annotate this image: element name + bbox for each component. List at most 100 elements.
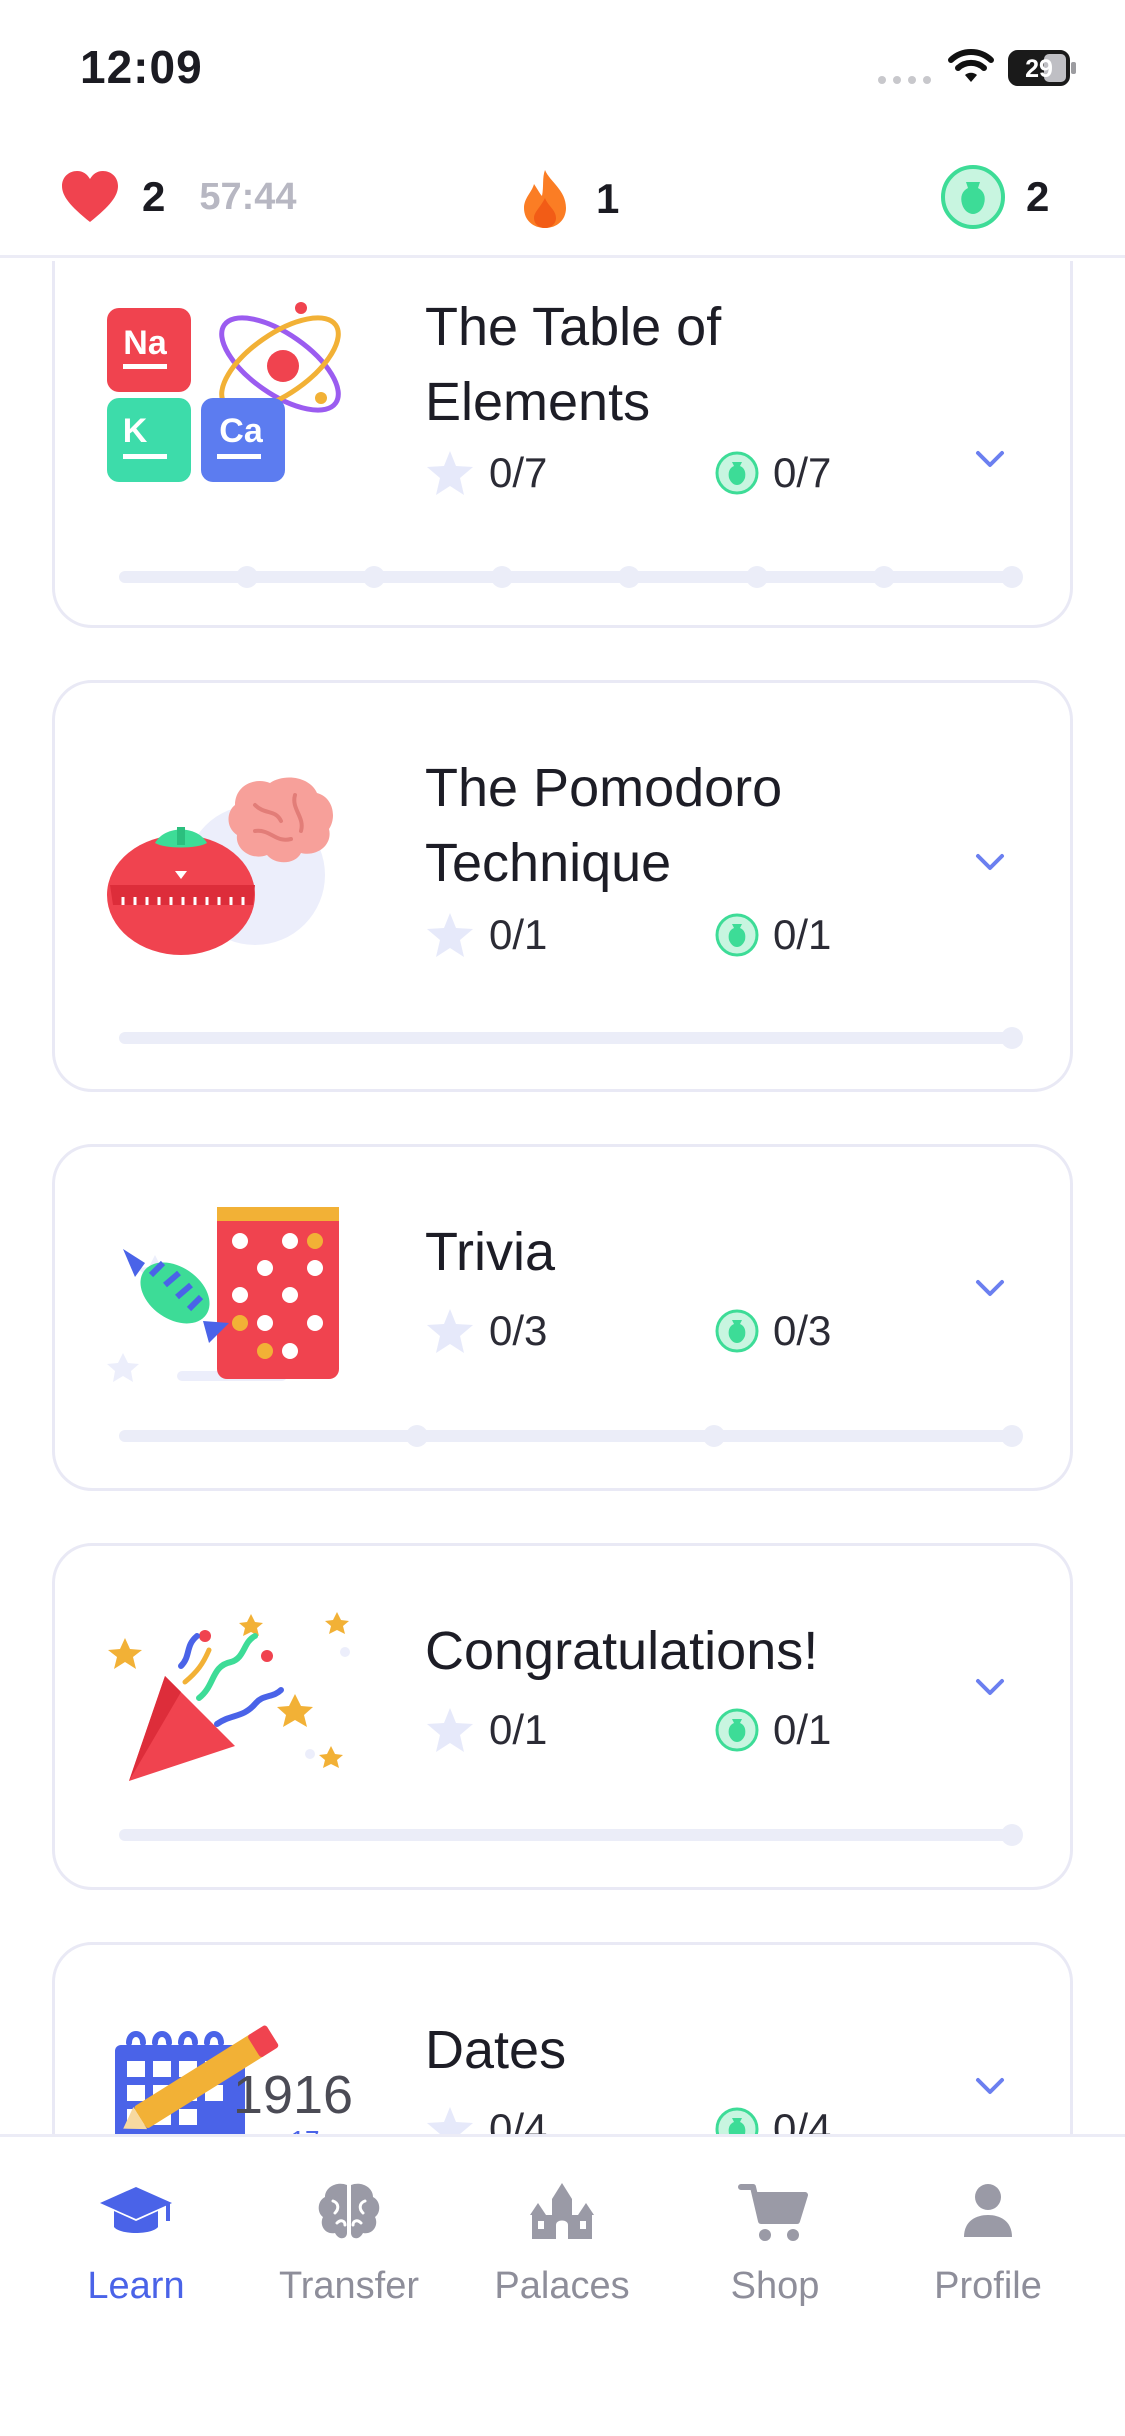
tab-profile[interactable]: Profile (888, 2177, 1088, 2308)
gem-icon (941, 165, 1005, 229)
progress-checkpoint (363, 566, 385, 588)
element-na-label: Na (123, 324, 168, 362)
stats-header: 2 57:44 1 2 (0, 140, 1125, 258)
gems-count: 0/1 (773, 1706, 832, 1753)
gems-progress: 0/1 (715, 1706, 831, 1754)
gem-icon (715, 913, 759, 957)
course-card-trivia[interactable]: Trivia 0/3 0/3 (52, 1144, 1073, 1491)
flame-icon (524, 170, 566, 228)
progress-checkpoint (1001, 1027, 1023, 1049)
gem-icon (715, 2107, 759, 2134)
calendar-illustration: 1916 17 (115, 2025, 353, 2134)
tab-transfer[interactable]: Transfer (249, 2177, 449, 2308)
gems-indicator[interactable]: 2 (940, 164, 1049, 230)
pomodoro-illustration (107, 777, 333, 955)
star-icon (427, 451, 473, 495)
streak-indicator[interactable]: 1 (520, 168, 619, 230)
streak-count: 1 (596, 175, 620, 222)
gems-progress: 0/1 (715, 911, 831, 959)
star-icon (427, 913, 473, 957)
chevron-down-icon[interactable] (970, 1273, 1010, 1303)
chevron-down-icon[interactable] (970, 444, 1010, 474)
tab-learn[interactable]: Learn (36, 2177, 236, 2308)
course-title: Trivia (425, 1222, 555, 1282)
stars-progress: 0/7 (425, 449, 547, 497)
castle-icon (530, 2183, 594, 2239)
gems-count: 0/7 (773, 449, 832, 496)
stars-progress: 0/3 (425, 1307, 547, 1355)
course-title: Congratulations! (425, 1621, 819, 1681)
bottom-tab-bar: Learn Transfer Palaces Shop Profile (0, 2134, 1125, 2436)
chevron-down-icon[interactable] (970, 2071, 1010, 2101)
course-card-dates[interactable]: 1916 17 Dates 0/4 0/4 (52, 1942, 1073, 2134)
gems-progress: 0/3 (715, 1307, 831, 1355)
stars-count: 0/3 (489, 1307, 548, 1354)
stars-progress: 0/1 (425, 911, 547, 959)
progress-checkpoint (618, 566, 640, 588)
course-progress-bar (119, 566, 1023, 588)
status-time: 12:09 (80, 41, 203, 93)
tab-shop[interactable]: Shop (675, 2177, 875, 2308)
gems-count: 2 (1026, 173, 1050, 220)
star-icon (427, 1309, 473, 1353)
stars-count: 0/1 (489, 1706, 548, 1753)
stars-count: 0/1 (489, 911, 548, 958)
cellular-signal-icon (878, 76, 931, 84)
chevron-down-icon[interactable] (970, 1672, 1010, 1702)
progress-checkpoint (746, 566, 768, 588)
tab-label: Palaces (494, 2265, 630, 2307)
gems-count: 0/1 (773, 911, 832, 958)
battery-icon: 29 (1008, 50, 1078, 86)
course-title: Dates (425, 2020, 567, 2080)
course-card-table-of-elements[interactable]: Na K Ca The Table of Elements 0/7 0/7 (52, 261, 1073, 628)
calendar-day: 17 (291, 2125, 320, 2134)
battery-level: 29 (1025, 55, 1053, 83)
trivia-illustration (107, 1207, 339, 1382)
lives-refill-timer: 57:44 (199, 175, 297, 218)
course-progress-bar (119, 1027, 1023, 1049)
progress-checkpoint (236, 566, 258, 588)
progress-checkpoint (703, 1425, 725, 1447)
wifi-icon (948, 49, 994, 82)
tab-palaces[interactable]: Palaces (462, 2177, 662, 2308)
status-bar: 12:09 29 (0, 0, 1125, 140)
tab-label: Profile (934, 2265, 1042, 2307)
element-k-label: K (123, 412, 148, 450)
party-popper-illustration (108, 1612, 350, 1781)
progress-checkpoint (1001, 1425, 1023, 1447)
brain-icon (318, 2183, 380, 2239)
course-card-pomodoro[interactable]: The Pomodoro Technique 0/1 0/1 (52, 680, 1073, 1092)
tab-label: Shop (730, 2265, 820, 2307)
course-card-congratulations[interactable]: Congratulations! 0/1 0/1 (52, 1543, 1073, 1890)
stars-count: 0/7 (489, 449, 548, 496)
gem-icon (715, 451, 759, 495)
progress-checkpoint (873, 566, 895, 588)
course-progress-bar (119, 1824, 1023, 1846)
gems-count: 0/4 (773, 2105, 832, 2134)
cart-icon (738, 2184, 808, 2241)
course-progress-bar (119, 1425, 1023, 1447)
lives-indicator[interactable]: 2 57:44 (60, 170, 297, 224)
calendar-year: 1916 (233, 2065, 353, 2125)
star-icon (427, 1708, 473, 1752)
gems-progress: 0/4 (715, 2105, 831, 2134)
stars-progress: 0/4 (425, 2105, 547, 2134)
progress-checkpoint (491, 566, 513, 588)
graduation-cap-icon (100, 2187, 172, 2233)
element-ca-label: Ca (219, 412, 264, 450)
tab-label: Learn (87, 2265, 185, 2307)
course-list[interactable]: Na K Ca The Table of Elements 0/7 0/7 Th… (0, 261, 1125, 2134)
progress-checkpoint (1001, 566, 1023, 588)
gem-icon (715, 1708, 759, 1752)
course-title: The Pomodoro Technique (425, 758, 783, 893)
progress-checkpoint (1001, 1824, 1023, 1846)
user-icon (964, 2184, 1012, 2237)
gem-icon (715, 1309, 759, 1353)
progress-checkpoint (406, 1425, 428, 1447)
chevron-down-icon[interactable] (970, 847, 1010, 877)
lives-count: 2 (142, 173, 166, 220)
tab-label: Transfer (278, 2265, 420, 2307)
gems-progress: 0/7 (715, 449, 831, 497)
gems-count: 0/3 (773, 1307, 832, 1354)
course-title: The Table of Elements (425, 297, 722, 432)
